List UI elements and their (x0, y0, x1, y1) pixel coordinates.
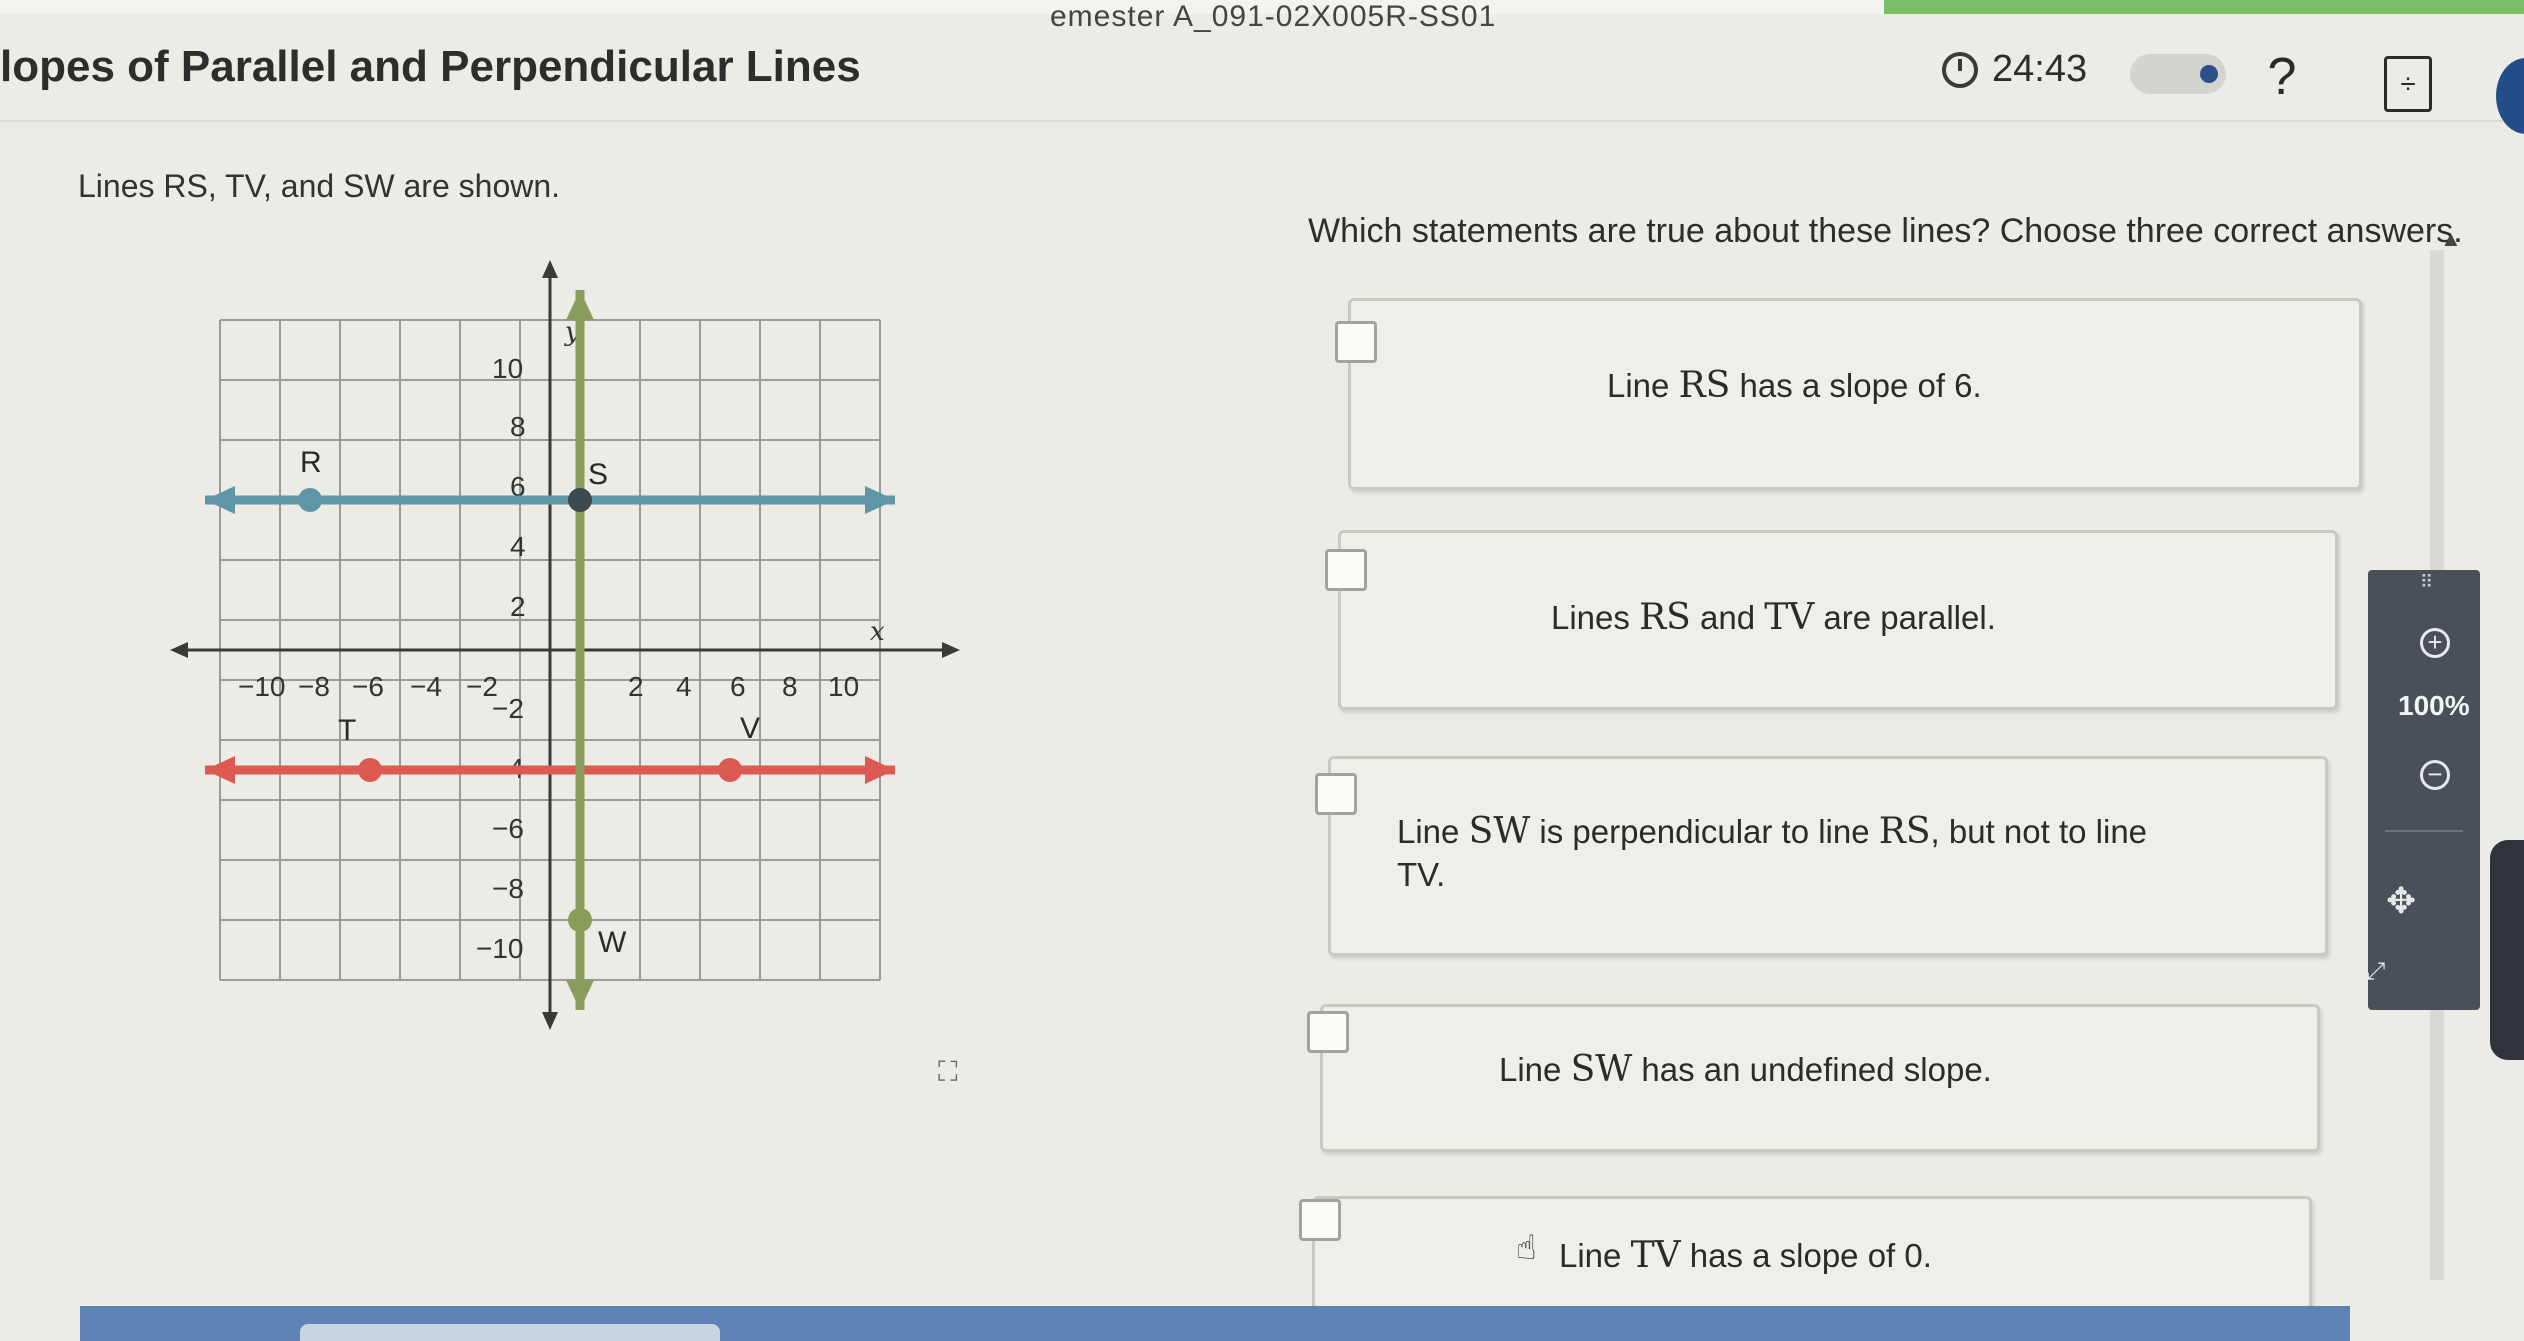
y-tick: −10 (476, 933, 524, 964)
drag-handle-icon[interactable]: ⠿ (2420, 572, 2433, 593)
point-label-s: S (588, 458, 608, 491)
y-tick: −2 (492, 693, 524, 724)
point-r[interactable] (298, 488, 322, 512)
x-tick: −6 (352, 671, 384, 702)
top-strip-accent (1884, 0, 2524, 14)
line-sw-arrowhead (566, 290, 594, 320)
y-axis-arrow-down (542, 1012, 558, 1030)
zoom-level: 100% (2398, 690, 2470, 721)
answer-text-3: Line SW is perpendicular to line RS, but… (1397, 811, 2148, 893)
answer-option-1[interactable]: Line RS has a slope of 6. (1335, 298, 2362, 490)
point-label-w: W (598, 926, 627, 959)
lesson-title: lopes of Parallel and Perpendicular Line… (0, 42, 861, 91)
answer-text-2: Lines RS and TV are parallel. (1551, 597, 1996, 638)
answer-checkbox-2[interactable] (1325, 549, 1367, 591)
y-tick: 4 (510, 531, 526, 562)
x-tick: −8 (298, 671, 330, 702)
expand-icon[interactable]: ⤢ (2366, 958, 2385, 986)
hint-icon[interactable]: ? (2262, 48, 2302, 106)
point-label-r: R (300, 446, 322, 479)
answer-option-2[interactable]: Lines RS and TV are parallel. (1325, 530, 2338, 710)
answer-text-4: Line SW has an undefined slope. (1499, 1049, 1992, 1090)
bottom-bar (80, 1306, 2350, 1341)
y-tick-labels: 10 8 6 4 2 −2 −4 −6 −8 −10 (476, 353, 526, 964)
y-axis-arrow-up (542, 260, 558, 278)
answer-option-4[interactable]: Line SW has an undefined slope. (1307, 1004, 2320, 1152)
answer-text-1: Line RS has a slope of 6. (1607, 365, 1982, 406)
zoom-out-icon[interactable]: − (2420, 760, 2450, 790)
bottom-bar-tab (300, 1324, 720, 1341)
point-t[interactable] (358, 758, 382, 782)
answer-checkbox-1[interactable] (1335, 321, 1377, 363)
x-axis-arrow-right (942, 642, 960, 658)
fullscreen-icon[interactable]: ⛶ (938, 1056, 958, 1089)
zoom-divider (2385, 830, 2463, 832)
answer-checkbox-4[interactable] (1307, 1011, 1349, 1053)
toggle-knob (2200, 65, 2218, 83)
question-prompt: Which statements are true about these li… (1308, 212, 2463, 250)
timer-value: 24:43 (1992, 48, 2088, 90)
y-tick: −6 (492, 813, 524, 844)
timer: 24:43 (1942, 48, 2087, 91)
x-tick: −4 (410, 671, 442, 702)
line-sw-arrowhead (566, 980, 594, 1010)
point-w[interactable] (568, 908, 592, 932)
graph-points: R S T V W (298, 446, 760, 959)
x-tick: 10 (828, 671, 859, 702)
x-tick: 6 (730, 671, 746, 702)
settings-toggle[interactable] (2130, 54, 2226, 94)
timer-icon (1942, 51, 1978, 88)
point-label-t: T (338, 714, 356, 747)
y-tick: −8 (492, 873, 524, 904)
x-axis-label: x (870, 617, 885, 647)
y-tick: 10 (492, 353, 523, 384)
point-s[interactable] (568, 488, 592, 512)
given-text: Lines RS, TV, and SW are shown. (78, 168, 561, 204)
x-tick: 2 (628, 671, 644, 702)
axes (180, 270, 950, 1020)
y-tick: 2 (510, 591, 526, 622)
zoom-in-icon[interactable]: + (2420, 628, 2450, 658)
point-v[interactable] (718, 758, 742, 782)
side-panel-edge (2490, 840, 2524, 1060)
move-icon[interactable]: ✥ (2386, 880, 2416, 922)
y-tick: 8 (510, 411, 526, 442)
calculator-icon[interactable]: ÷ (2384, 56, 2432, 112)
x-tick: −10 (238, 671, 286, 702)
x-tick: 4 (676, 671, 692, 702)
answer-checkbox-3[interactable] (1315, 773, 1357, 815)
x-axis-arrow-left (170, 642, 188, 658)
coordinate-graph: x y −10 −8 −6 −4 −2 2 4 6 8 10 10 8 6 4 … (160, 240, 980, 1040)
answer-option-3[interactable]: Line SW is perpendicular to line RS, but… (1315, 756, 2328, 956)
x-tick: 8 (782, 671, 798, 702)
graph-svg: x y −10 −8 −6 −4 −2 2 4 6 8 10 10 8 6 4 … (170, 260, 960, 1030)
point-label-v: V (740, 712, 760, 745)
answer-checkbox-5[interactable] (1299, 1199, 1341, 1241)
scroll-up-icon[interactable]: ▲ (2440, 226, 2462, 252)
pointer-cursor-icon: ☝ (1516, 1229, 1537, 1267)
answer-text-5: Line TV has a slope of 0. (1559, 1235, 1932, 1276)
